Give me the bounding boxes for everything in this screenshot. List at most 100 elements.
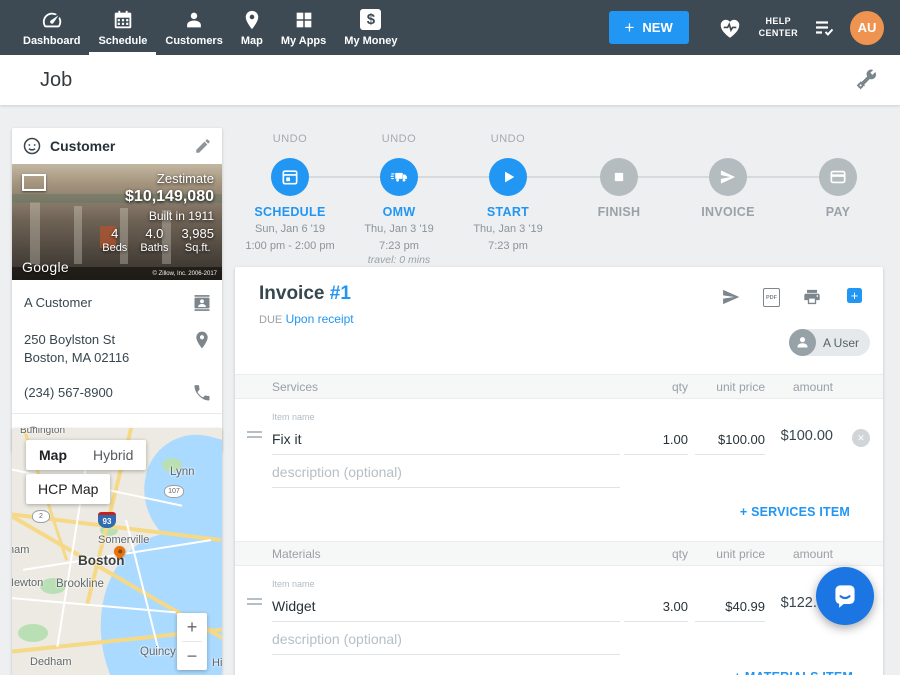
contact-card-icon[interactable] xyxy=(192,293,212,313)
map-label-somerville: Somerville xyxy=(98,534,149,546)
map-label-hingham-partial: Hi xyxy=(212,657,222,669)
start-time: 7:23 pm xyxy=(438,239,578,253)
service-amount: $100.00 xyxy=(781,428,833,444)
materials-header-band: Materials qty unit price amount xyxy=(235,541,883,566)
customer-name: A Customer xyxy=(24,293,192,312)
nav-item-map[interactable]: Map xyxy=(232,0,272,55)
money-icon: $ xyxy=(360,9,382,31)
service-qty-input[interactable] xyxy=(624,426,688,455)
customer-face-icon xyxy=(22,136,42,156)
finish-stop-icon[interactable] xyxy=(600,158,638,196)
pay-card-icon[interactable] xyxy=(819,158,857,196)
omw-truck-icon[interactable] xyxy=(380,158,418,196)
undo-spacer xyxy=(768,133,900,149)
pdf-icon[interactable]: PDF xyxy=(763,288,783,308)
add-invoice-button[interactable]: + xyxy=(847,288,862,303)
google-logo: Google xyxy=(22,259,69,275)
qty-column-header: qty xyxy=(672,547,688,561)
map-label-lynn: Lynn xyxy=(170,466,195,478)
invoice-send-icon[interactable] xyxy=(709,158,747,196)
drag-handle[interactable] xyxy=(247,598,262,608)
map-widget[interactable]: Burlington Lynn 107 2 93 Somerville ham … xyxy=(12,428,222,675)
due-terms-link[interactable]: Upon receipt xyxy=(286,312,354,326)
new-button[interactable]: + NEW xyxy=(609,11,689,44)
map-label-brookline: Brookline xyxy=(56,578,104,590)
invoice-title-text: Invoice xyxy=(259,283,324,304)
customer-name-row: A Customer xyxy=(12,284,222,321)
apps-grid-icon xyxy=(293,9,315,31)
zoom-out-button[interactable]: − xyxy=(177,642,207,670)
drag-handle[interactable] xyxy=(247,431,262,441)
page-header: Job xyxy=(0,55,900,105)
map-pin-icon xyxy=(241,9,263,31)
property-photo[interactable]: Zestimate $10,149,080 Built in 1911 4 Be… xyxy=(12,164,222,280)
service-item-name-input[interactable] xyxy=(272,426,620,455)
print-icon[interactable] xyxy=(802,287,822,307)
photo-detail xyxy=(74,206,82,264)
service-unit-price-input[interactable] xyxy=(695,426,765,455)
job-settings-wrench-icon[interactable] xyxy=(854,68,878,92)
start-play-icon[interactable] xyxy=(489,158,527,196)
page-title: Job xyxy=(40,69,72,92)
address-line2: Boston, MA 02116 xyxy=(24,349,192,367)
remove-service-item-icon[interactable]: ✕ xyxy=(852,429,870,447)
task-list-icon[interactable] xyxy=(812,16,836,40)
step-pay: PAY xyxy=(768,133,900,219)
material-unit-price-input[interactable] xyxy=(695,593,765,622)
edit-pencil-icon[interactable] xyxy=(194,137,212,155)
invoice-card: Invoice #1 DUE Upon receipt PDF + A User… xyxy=(235,267,883,675)
zoom-in-button[interactable]: + xyxy=(177,613,207,641)
location-pin-icon[interactable] xyxy=(192,330,212,350)
map-type-hybrid-button[interactable]: Hybrid xyxy=(80,440,146,470)
app-root: Dashboard Schedule Customers Map My Apps xyxy=(0,0,900,675)
send-invoice-icon[interactable] xyxy=(721,287,741,307)
assignee-chip[interactable]: A User xyxy=(789,329,870,356)
service-description-input[interactable] xyxy=(272,459,620,488)
user-avatar[interactable]: AU xyxy=(850,11,884,45)
item-name-label: Item name xyxy=(272,579,315,589)
add-materials-item-link[interactable]: + MATERIALS ITEM xyxy=(734,670,853,675)
start-date: Thu, Jan 3 '19 xyxy=(438,222,578,236)
built-year: Built in 1911 xyxy=(102,209,214,223)
stat-beds: 4 Beds xyxy=(102,226,127,254)
material-qty-input[interactable] xyxy=(624,593,688,622)
materials-header: Materials xyxy=(272,547,321,561)
nav-item-schedule[interactable]: Schedule xyxy=(89,0,156,55)
nav-item-my-apps[interactable]: My Apps xyxy=(272,0,335,55)
zestimate-overlay: Zestimate $10,149,080 Built in 1911 4 Be… xyxy=(102,171,214,254)
item-name-label: Item name xyxy=(272,412,315,422)
map-label-quincy: Quincy xyxy=(140,646,176,658)
invoice-title: Invoice #1 xyxy=(259,283,351,305)
qty-column-header: qty xyxy=(672,380,688,394)
interstate-93-shield: 93 xyxy=(98,512,116,528)
add-services-item-link[interactable]: + SERVICES ITEM xyxy=(740,505,850,519)
customer-details: A Customer 250 Boylston St Boston, MA 02… xyxy=(12,280,222,452)
amount-column-header: amount xyxy=(793,380,833,394)
schedule-step-icon[interactable] xyxy=(271,158,309,196)
phone-icon[interactable] xyxy=(192,383,212,403)
omw-travel-time: travel: 0 mins xyxy=(329,254,469,266)
nav-label-my-apps: My Apps xyxy=(281,35,326,47)
zestimate-label: Zestimate xyxy=(102,171,214,186)
nav-label-my-money: My Money xyxy=(344,35,397,47)
services-header: Services xyxy=(272,380,318,394)
nav-item-my-money[interactable]: $ My Money xyxy=(335,0,406,55)
hcp-map-button[interactable]: HCP Map xyxy=(26,474,110,504)
baths-value: 4.0 xyxy=(140,226,168,241)
health-heart-icon[interactable] xyxy=(717,15,743,41)
material-item-name-input[interactable] xyxy=(272,593,620,622)
top-nav: Dashboard Schedule Customers Map My Apps xyxy=(0,0,900,55)
expand-photo-icon[interactable] xyxy=(22,174,46,191)
nav-item-customers[interactable]: Customers xyxy=(156,0,231,55)
nav-item-dashboard[interactable]: Dashboard xyxy=(14,0,89,55)
chat-bubble-button[interactable] xyxy=(816,567,874,625)
assignee-name: A User xyxy=(823,336,859,350)
material-description-input[interactable] xyxy=(272,626,620,655)
map-type-map-button[interactable]: Map xyxy=(26,440,80,470)
invoice-number[interactable]: #1 xyxy=(330,283,351,304)
pdf-icon-label: PDF xyxy=(763,288,780,307)
step-label-pay[interactable]: PAY xyxy=(768,205,900,219)
new-button-label: NEW xyxy=(642,20,672,35)
help-center-link[interactable]: HELP CENTER xyxy=(759,16,798,39)
customer-phone-row: (234) 567-8900 xyxy=(12,374,222,411)
